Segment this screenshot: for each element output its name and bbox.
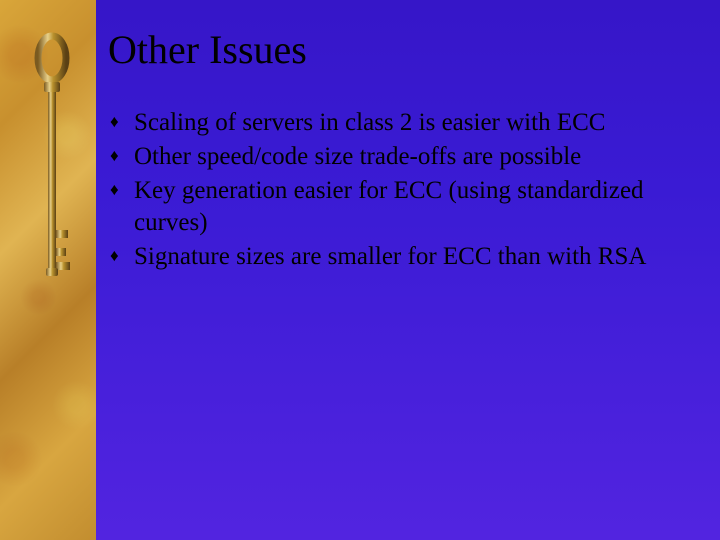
list-item: Scaling of servers in class 2 is easier …: [110, 107, 692, 139]
slide-title: Other Issues: [108, 26, 692, 73]
list-item: Other speed/code size trade-offs are pos…: [110, 141, 692, 173]
bullet-text: Signature sizes are smaller for ECC than…: [134, 243, 646, 270]
bullet-text: Other speed/code size trade-offs are pos…: [134, 143, 581, 170]
key-icon: [32, 30, 72, 330]
bullet-text: Key generation easier for ECC (using sta…: [134, 177, 644, 236]
bullet-text: Scaling of servers in class 2 is easier …: [134, 109, 605, 136]
bullet-list: Scaling of servers in class 2 is easier …: [110, 107, 692, 273]
list-item: Signature sizes are smaller for ECC than…: [110, 241, 692, 273]
decorative-sidebar: [0, 0, 96, 540]
list-item: Key generation easier for ECC (using sta…: [110, 175, 692, 239]
slide-content: Other Issues Scaling of servers in class…: [96, 0, 720, 540]
